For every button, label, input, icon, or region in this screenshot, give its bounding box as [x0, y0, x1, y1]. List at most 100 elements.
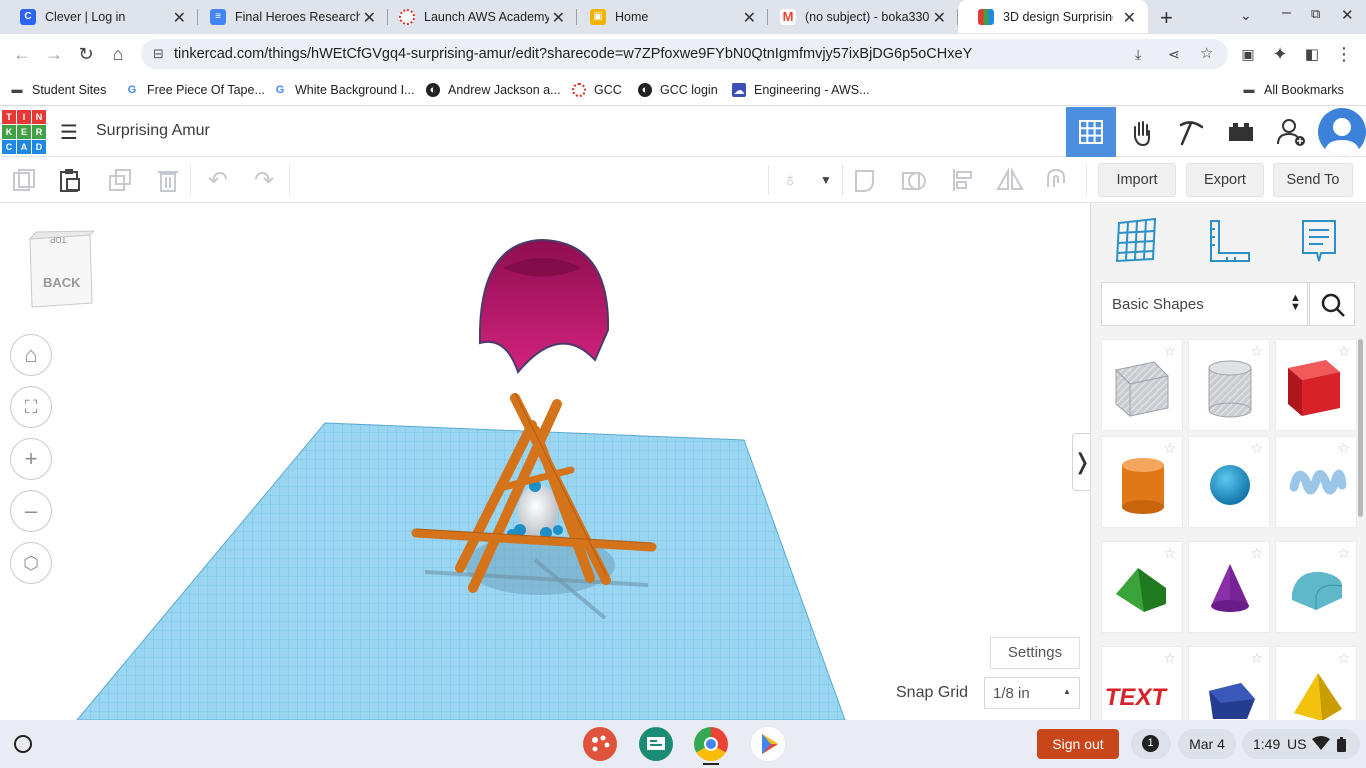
fit-view-button[interactable]: ⛶ [10, 386, 52, 428]
notes-tool[interactable] [1299, 219, 1339, 270]
favorite-star-icon[interactable]: ☆ [1250, 440, 1263, 457]
circuits-button[interactable] [1117, 107, 1167, 157]
undo-icon[interactable]: ↶ [204, 166, 232, 194]
shape-sphere[interactable]: ☆ [1188, 436, 1270, 528]
tinkercad-logo[interactable]: T I N K E R C A D [2, 110, 46, 154]
shape-cone[interactable]: ☆ [1188, 541, 1270, 633]
notes-dropdown-icon[interactable]: ▼ [812, 166, 840, 194]
browser-tab-tinkercad[interactable]: 3D design Surprising A ✕ [958, 0, 1148, 33]
favorite-star-icon[interactable]: ☆ [1250, 545, 1263, 562]
bookmark-gcc-login[interactable]: ◐ GCC login [638, 81, 718, 99]
ruler-tool[interactable] [1207, 219, 1251, 270]
bookmark-andrew-jackson[interactable]: ◐ Andrew Jackson a... [426, 81, 561, 99]
browser-tab-clever[interactable]: C Clever | Log in ✕ [0, 0, 198, 33]
shape-category-select[interactable]: Basic Shapes ▲ ▼ [1101, 282, 1308, 326]
notification-tray[interactable]: 1 [1131, 729, 1171, 759]
share-icon[interactable]: ⋖ [1168, 39, 1180, 69]
home-view-button[interactable]: ⌂ [10, 334, 52, 376]
browser-tab-docs[interactable]: ≡ Final Heroes Research ✕ [190, 0, 388, 33]
shape-polygon[interactable]: ☆ [1188, 646, 1270, 720]
settings-button[interactable]: Settings [990, 637, 1080, 669]
shape-round-roof[interactable]: ☆ [1275, 541, 1357, 633]
bookmark-white-background[interactable]: G White Background I... [273, 81, 415, 99]
side-panel-icon[interactable]: ◧ [1300, 42, 1324, 66]
classroom-app-icon[interactable] [639, 727, 673, 761]
favorite-star-icon[interactable]: ☆ [1163, 440, 1176, 457]
bookmark-gcc[interactable]: GCC [572, 81, 622, 99]
close-tab-icon[interactable]: ✕ [363, 8, 376, 28]
back-icon[interactable]: ← [10, 42, 34, 66]
close-tab-icon[interactable]: ✕ [933, 8, 946, 28]
align-icon[interactable] [950, 166, 978, 194]
favorite-star-icon[interactable]: ☆ [1250, 343, 1263, 360]
workplane-tool[interactable] [1115, 217, 1159, 268]
favorite-star-icon[interactable]: ☆ [1337, 440, 1350, 457]
site-info-icon[interactable]: ⊟ [153, 39, 164, 69]
canvas-app-icon[interactable] [583, 727, 617, 761]
paste-icon[interactable] [56, 166, 84, 194]
collapse-panel-button[interactable]: ❭ [1072, 433, 1090, 491]
puzzle-extensions-icon[interactable]: ✦ [1268, 42, 1292, 66]
close-window-icon[interactable]: ✕ [1341, 6, 1354, 24]
3d-design-view-button[interactable] [1066, 107, 1116, 157]
chrome-app-icon[interactable] [694, 727, 728, 761]
shape-cylinder[interactable]: ☆ [1101, 436, 1183, 528]
extension-icon[interactable]: ▣ [1236, 42, 1260, 66]
bookmark-tape[interactable]: G Free Piece Of Tape... [125, 81, 265, 99]
shape-search-button[interactable] [1309, 282, 1355, 326]
shape-pyramid[interactable]: ☆ [1275, 646, 1357, 720]
perspective-button[interactable]: ⬡ [10, 542, 52, 584]
group-icon[interactable] [852, 166, 880, 194]
favorite-star-icon[interactable]: ☆ [1163, 650, 1176, 667]
favorite-star-icon[interactable]: ☆ [1337, 545, 1350, 562]
play-store-app-icon[interactable] [751, 727, 785, 761]
shape-box[interactable]: ☆ [1275, 339, 1357, 431]
favorite-star-icon[interactable]: ☆ [1337, 650, 1350, 667]
lightbulb-icon[interactable]: ♁ [776, 166, 804, 194]
shape-box-hole[interactable]: ☆ [1101, 339, 1183, 431]
favorite-star-icon[interactable]: ☆ [1250, 650, 1263, 667]
redo-icon[interactable]: ↷ [250, 166, 278, 194]
duplicate-icon[interactable] [106, 166, 134, 194]
bookmark-star-icon[interactable]: ☆ [1200, 39, 1213, 69]
reload-icon[interactable]: ↻ [74, 42, 98, 66]
zoom-in-button[interactable]: + [10, 438, 52, 480]
close-tab-icon[interactable]: ✕ [552, 8, 565, 28]
mirror-icon[interactable] [996, 166, 1024, 194]
sign-out-button[interactable]: Sign out [1037, 729, 1119, 759]
design-list-icon[interactable]: ☰ [60, 120, 78, 145]
avatar[interactable] [1318, 108, 1366, 156]
browser-tab-home[interactable]: ▣ Home ✕ [570, 0, 768, 33]
menu-kebab-icon[interactable]: ⋮ [1332, 42, 1356, 66]
install-icon[interactable]: ⤓ [1135, 39, 1141, 69]
bookmark-engineering[interactable]: ☁ Engineering - AWS... [732, 81, 870, 99]
date-display[interactable]: Mar 4 [1178, 729, 1236, 759]
favorite-star-icon[interactable]: ☆ [1337, 343, 1350, 360]
copy-icon[interactable] [10, 166, 38, 194]
view-cube[interactable]: TOP BACK [26, 229, 96, 311]
close-tab-icon[interactable]: ✕ [743, 8, 756, 28]
workplane-scene[interactable] [0, 203, 1090, 720]
new-tab-button[interactable]: + [1160, 5, 1173, 31]
cruise-magnet-icon[interactable] [1042, 166, 1070, 194]
shape-text[interactable]: TEXT ☆ [1101, 646, 1183, 720]
favorite-star-icon[interactable]: ☆ [1163, 343, 1176, 360]
favorite-star-icon[interactable]: ☆ [1163, 545, 1176, 562]
panel-scrollbar[interactable] [1358, 339, 1363, 517]
minimize-icon[interactable]: – [1282, 4, 1291, 22]
shape-roof[interactable]: ☆ [1101, 541, 1183, 633]
import-button[interactable]: Import [1098, 163, 1176, 197]
ungroup-icon[interactable] [900, 166, 928, 194]
bookmark-student-sites[interactable]: ▬ Student Sites [10, 81, 107, 99]
send-to-button[interactable]: Send To [1273, 163, 1353, 197]
close-tab-icon[interactable]: ✕ [173, 8, 186, 28]
shape-scribble[interactable]: ☆ [1275, 436, 1357, 528]
codeblocks-button[interactable] [1166, 107, 1216, 157]
delete-icon[interactable] [154, 166, 182, 194]
address-bar[interactable]: ⊟ tinkercad.com/things/hWEtCfGVgq4-surpr… [141, 39, 1228, 69]
home-icon[interactable]: ⌂ [106, 42, 130, 66]
all-bookmarks[interactable]: ▬ All Bookmarks [1242, 81, 1344, 99]
tab-search-icon[interactable]: ⌄ [1240, 7, 1252, 24]
forward-icon[interactable]: → [42, 42, 66, 66]
export-button[interactable]: Export [1186, 163, 1264, 197]
